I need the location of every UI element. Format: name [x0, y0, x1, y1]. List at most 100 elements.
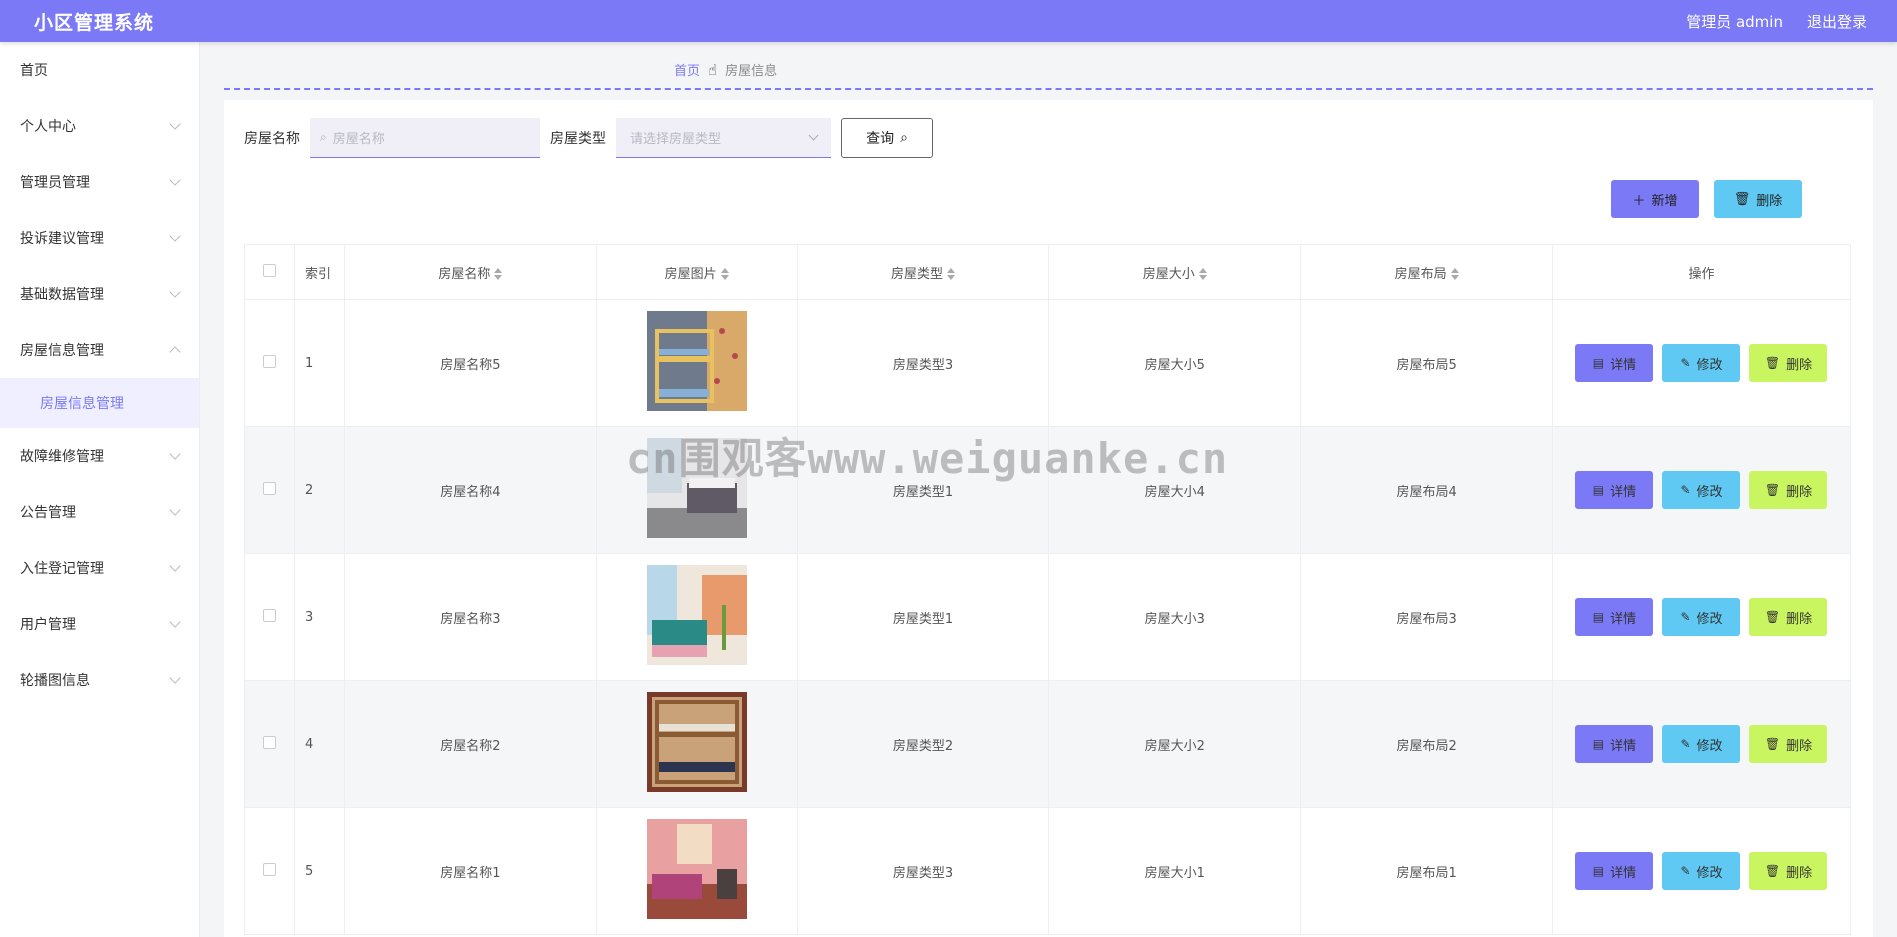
col-ops: 操作 — [1551, 244, 1852, 300]
document-icon: ▤ — [1592, 864, 1605, 878]
main-content: 首页 ☝ 房屋信息 房屋名称 ⌕ 房屋名称 房屋类型 请选择房屋类型 查询 ⌕ … — [200, 42, 1897, 937]
edit-button[interactable]: ✎ 修改 — [1662, 344, 1741, 382]
sidebar-item-house-info[interactable]: 房屋信息管理 — [0, 322, 199, 378]
col-index: 索引 — [293, 244, 345, 300]
detail-button[interactable]: ▤ 详情 — [1575, 725, 1654, 763]
search-bar: 房屋名称 ⌕ 房屋名称 房屋类型 请选择房屋类型 查询 ⌕ — [244, 118, 933, 158]
edit-button[interactable]: ✎ 修改 — [1662, 598, 1741, 636]
top-header: 小区管理系统 管理员 admin 退出登录 — [0, 0, 1897, 42]
sort-icon[interactable] — [1450, 268, 1459, 280]
col-size[interactable]: 房屋大小 — [1048, 244, 1302, 300]
house-photo[interactable] — [646, 311, 747, 411]
app-title: 小区管理系统 — [34, 11, 155, 34]
row-ops: ▤ 详情 ✎ 修改 🗑 删除 — [1551, 553, 1852, 681]
table-row: 3 房屋名称3 房屋类型1 房屋大小3 房屋布局3 ▤ 详情 ✎ 修改 🗑 删除 — [244, 553, 1852, 681]
row-checkbox[interactable] — [244, 553, 295, 681]
row-index: 2 — [293, 426, 345, 554]
sort-icon[interactable] — [1198, 268, 1207, 280]
house-photo[interactable] — [646, 692, 747, 792]
batch-delete-button[interactable]: 🗑 删除 — [1714, 180, 1802, 218]
sidebar-item-notices[interactable]: 公告管理 — [0, 484, 199, 540]
row-image[interactable] — [595, 426, 798, 554]
query-button[interactable]: 查询 ⌕ — [841, 118, 933, 158]
chevron-down-icon — [169, 174, 181, 186]
pencil-icon: ✎ — [1680, 356, 1691, 370]
search-icon: ⌕ — [900, 130, 908, 146]
row-type: 房屋类型1 — [796, 426, 1050, 554]
row-checkbox[interactable] — [244, 807, 295, 935]
sidebar-subitem-house-info[interactable]: 房屋信息管理 — [0, 378, 199, 428]
pencil-icon: ✎ — [1680, 610, 1691, 624]
sidebar-item-users[interactable]: 用户管理 — [0, 596, 199, 652]
col-layout[interactable]: 房屋布局 — [1300, 244, 1553, 300]
row-size: 房屋大小1 — [1048, 807, 1302, 935]
row-layout: 房屋布局5 — [1300, 299, 1553, 427]
house-photo[interactable] — [646, 565, 747, 665]
sidebar-item-carousel[interactable]: 轮播图信息 — [0, 652, 199, 708]
house-type-select[interactable]: 请选择房屋类型 — [616, 118, 831, 158]
row-size: 房屋大小2 — [1048, 680, 1302, 808]
delete-button[interactable]: 🗑 删除 — [1749, 852, 1828, 890]
edit-button[interactable]: ✎ 修改 — [1662, 725, 1741, 763]
delete-button[interactable]: 🗑 删除 — [1749, 598, 1828, 636]
sidebar-item-checkin[interactable]: 入住登记管理 — [0, 540, 199, 596]
house-photo[interactable] — [646, 438, 747, 538]
row-size: 房屋大小5 — [1048, 299, 1302, 427]
detail-button[interactable]: ▤ 详情 — [1575, 852, 1654, 890]
row-type: 房屋类型3 — [796, 807, 1050, 935]
sort-icon[interactable] — [720, 268, 729, 280]
row-size: 房屋大小3 — [1048, 553, 1302, 681]
row-name: 房屋名称2 — [343, 680, 597, 808]
pointing-hand-icon: ☝ — [708, 60, 718, 79]
row-checkbox[interactable] — [244, 680, 295, 808]
sidebar-item-home[interactable]: 首页 — [0, 42, 199, 98]
document-icon: ▤ — [1592, 356, 1605, 370]
row-image[interactable] — [595, 807, 798, 935]
col-name[interactable]: 房屋名称 — [343, 244, 597, 300]
logout-link[interactable]: 退出登录 — [1807, 11, 1867, 32]
row-layout: 房屋布局4 — [1300, 426, 1553, 554]
sidebar-item-admins[interactable]: 管理员管理 — [0, 154, 199, 210]
sidebar-item-profile[interactable]: 个人中心 — [0, 98, 199, 154]
sidebar-item-repairs[interactable]: 故障维修管理 — [0, 428, 199, 484]
edit-button[interactable]: ✎ 修改 — [1662, 852, 1741, 890]
row-checkbox[interactable] — [244, 426, 295, 554]
trash-icon: 🗑 — [1764, 483, 1781, 497]
sidebar: 首页 个人中心 管理员管理 投诉建议管理 基础数据管理 房屋信息管理 房屋信息管… — [0, 42, 200, 937]
select-all-checkbox[interactable] — [244, 244, 295, 300]
document-icon: ▤ — [1592, 737, 1605, 751]
row-index: 4 — [293, 680, 345, 808]
detail-button[interactable]: ▤ 详情 — [1575, 598, 1654, 636]
row-size: 房屋大小4 — [1048, 426, 1302, 554]
add-button[interactable]: ＋ 新增 — [1611, 180, 1699, 218]
house-name-input[interactable]: ⌕ 房屋名称 — [310, 118, 540, 158]
breadcrumb-home[interactable]: 首页 — [674, 60, 700, 79]
row-checkbox[interactable] — [244, 299, 295, 427]
house-photo[interactable] — [646, 819, 747, 919]
row-type: 房屋类型1 — [796, 553, 1050, 681]
sidebar-item-complaints[interactable]: 投诉建议管理 — [0, 210, 199, 266]
detail-button[interactable]: ▤ 详情 — [1575, 471, 1654, 509]
delete-button[interactable]: 🗑 删除 — [1749, 344, 1828, 382]
pencil-icon: ✎ — [1680, 483, 1691, 497]
sort-icon[interactable] — [494, 268, 503, 280]
delete-button[interactable]: 🗑 删除 — [1749, 725, 1828, 763]
col-image[interactable]: 房屋图片 — [595, 244, 798, 300]
row-image[interactable] — [595, 553, 798, 681]
table-header-row: 索引 房屋名称 房屋图片 房屋类型 房屋大小 房屋布局 操作 — [244, 244, 1852, 300]
chevron-down-icon — [808, 130, 819, 141]
current-user[interactable]: 管理员 admin — [1686, 11, 1783, 32]
sort-icon[interactable] — [947, 268, 956, 280]
row-image[interactable] — [595, 299, 798, 427]
delete-button[interactable]: 🗑 删除 — [1749, 471, 1828, 509]
pencil-icon: ✎ — [1680, 737, 1691, 751]
col-type[interactable]: 房屋类型 — [796, 244, 1050, 300]
detail-button[interactable]: ▤ 详情 — [1575, 344, 1654, 382]
content-panel: 房屋名称 ⌕ 房屋名称 房屋类型 请选择房屋类型 查询 ⌕ ＋ 新增 🗑 删除 — [224, 100, 1873, 937]
breadcrumb: 首页 ☝ 房屋信息 — [674, 60, 778, 80]
edit-button[interactable]: ✎ 修改 — [1662, 471, 1741, 509]
breadcrumb-current: 房屋信息 — [725, 64, 778, 79]
sidebar-item-basic-data[interactable]: 基础数据管理 — [0, 266, 199, 322]
trash-icon: 🗑 — [1764, 864, 1781, 878]
row-image[interactable] — [595, 680, 798, 808]
